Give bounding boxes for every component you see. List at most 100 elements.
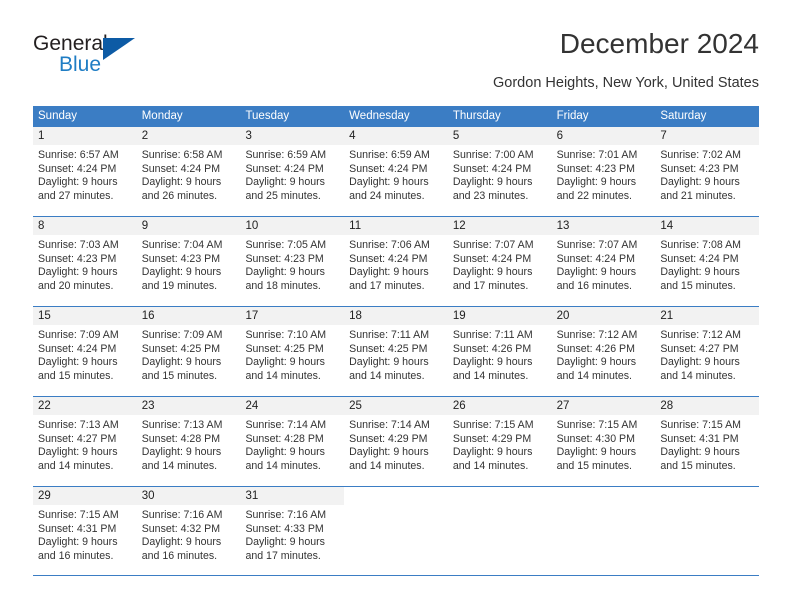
sunrise-text: Sunrise: 7:10 AM bbox=[245, 329, 327, 341]
day-details: Sunrise: 7:14 AM Sunset: 4:28 PM Dayligh… bbox=[240, 415, 344, 473]
day-cell[interactable]: 8 Sunrise: 7:03 AM Sunset: 4:23 PM Dayli… bbox=[33, 217, 137, 306]
sunrise-text: Sunrise: 7:11 AM bbox=[349, 329, 430, 341]
day-cell[interactable]: 6 Sunrise: 7:01 AM Sunset: 4:23 PM Dayli… bbox=[551, 127, 656, 216]
sunset-text: Sunset: 4:23 PM bbox=[660, 162, 739, 175]
daylight-text-line1: Daylight: 9 hours bbox=[349, 356, 429, 369]
day-details: Sunrise: 6:59 AM Sunset: 4:24 PM Dayligh… bbox=[344, 145, 448, 203]
day-cell[interactable]: 21 Sunrise: 7:12 AM Sunset: 4:27 PM Dayl… bbox=[655, 307, 760, 396]
day-cell[interactable]: 23 Sunrise: 7:13 AM Sunset: 4:28 PM Dayl… bbox=[136, 397, 241, 486]
day-cell[interactable]: 20 Sunrise: 7:12 AM Sunset: 4:26 PM Dayl… bbox=[551, 307, 656, 396]
daylight-text-line1: Daylight: 9 hours bbox=[660, 446, 740, 459]
weekday-header-monday: Monday bbox=[141, 110, 183, 122]
page-header: General Blue December 2024 Gordon Height… bbox=[33, 28, 759, 98]
sunrise-text: Sunrise: 7:13 AM bbox=[141, 419, 223, 431]
day-cell[interactable]: 2 Sunrise: 6:58 AM Sunset: 4:24 PM Dayli… bbox=[136, 127, 241, 216]
day-cell[interactable]: 7 Sunrise: 7:02 AM Sunset: 4:23 PM Dayli… bbox=[655, 127, 760, 216]
weekday-header-row: Sunday Monday Tuesday Wednesday Thursday… bbox=[33, 106, 759, 126]
sunrise-text: Sunrise: 7:15 AM bbox=[660, 419, 741, 431]
page-title: December 2024 bbox=[559, 28, 759, 59]
day-number: 17 bbox=[240, 307, 345, 325]
day-cell[interactable]: 1 Sunrise: 6:57 AM Sunset: 4:24 PM Dayli… bbox=[33, 127, 137, 216]
daylight-text-line2: and 16 minutes. bbox=[556, 279, 632, 292]
day-cell[interactable]: 18 Sunrise: 7:11 AM Sunset: 4:25 PM Dayl… bbox=[344, 307, 448, 396]
day-details: Sunrise: 6:59 AM Sunset: 4:24 PM Dayligh… bbox=[240, 145, 344, 203]
daylight-text-line2: and 20 minutes. bbox=[38, 279, 114, 292]
day-cell[interactable]: 13 Sunrise: 7:07 AM Sunset: 4:24 PM Dayl… bbox=[551, 217, 656, 306]
day-cell[interactable]: 9 Sunrise: 7:04 AM Sunset: 4:23 PM Dayli… bbox=[136, 217, 241, 306]
daylight-text-line2: and 23 minutes. bbox=[452, 189, 529, 202]
day-number: 31 bbox=[240, 487, 345, 505]
sunrise-text: Sunrise: 6:59 AM bbox=[349, 149, 430, 161]
day-cell[interactable]: 24 Sunrise: 7:14 AM Sunset: 4:28 PM Dayl… bbox=[240, 397, 345, 486]
sunset-text: Sunset: 4:28 PM bbox=[245, 432, 324, 445]
day-cell[interactable]: 27 Sunrise: 7:15 AM Sunset: 4:30 PM Dayl… bbox=[551, 397, 656, 486]
day-cell[interactable]: 11 Sunrise: 7:06 AM Sunset: 4:24 PM Dayl… bbox=[344, 217, 448, 306]
daylight-text-line1: Daylight: 9 hours bbox=[38, 446, 118, 459]
sunset-text: Sunset: 4:24 PM bbox=[349, 252, 428, 265]
daylight-text-line2: and 14 minutes. bbox=[245, 369, 321, 382]
daylight-text-line2: and 19 minutes. bbox=[141, 279, 218, 292]
day-cell[interactable]: 19 Sunrise: 7:11 AM Sunset: 4:26 PM Dayl… bbox=[447, 307, 552, 396]
day-details: Sunrise: 7:14 AM Sunset: 4:29 PM Dayligh… bbox=[344, 415, 448, 473]
day-cell[interactable]: 5 Sunrise: 7:00 AM Sunset: 4:24 PM Dayli… bbox=[447, 127, 552, 216]
day-number: 5 bbox=[447, 127, 552, 145]
sunrise-text: Sunrise: 7:15 AM bbox=[452, 419, 534, 431]
day-cell[interactable]: 22 Sunrise: 7:13 AM Sunset: 4:27 PM Dayl… bbox=[33, 397, 137, 486]
day-cell[interactable]: 3 Sunrise: 6:59 AM Sunset: 4:24 PM Dayli… bbox=[240, 127, 345, 216]
daylight-text-line2: and 26 minutes. bbox=[141, 189, 218, 202]
day-cell-empty bbox=[552, 487, 656, 575]
day-cell[interactable]: 26 Sunrise: 7:15 AM Sunset: 4:29 PM Dayl… bbox=[447, 397, 552, 486]
daylight-text-line1: Daylight: 9 hours bbox=[452, 356, 533, 369]
sunrise-text: Sunrise: 7:16 AM bbox=[141, 509, 223, 521]
sunrise-text: Sunrise: 7:09 AM bbox=[38, 329, 119, 341]
day-cell[interactable]: 28 Sunrise: 7:15 AM Sunset: 4:31 PM Dayl… bbox=[655, 397, 760, 486]
day-details: Sunrise: 7:07 AM Sunset: 4:24 PM Dayligh… bbox=[552, 235, 656, 293]
day-details: Sunrise: 7:15 AM Sunset: 4:31 PM Dayligh… bbox=[33, 505, 137, 563]
daylight-text-line1: Daylight: 9 hours bbox=[349, 446, 429, 459]
sunset-text: Sunset: 4:32 PM bbox=[141, 522, 221, 535]
day-cell[interactable]: 16 Sunrise: 7:09 AM Sunset: 4:25 PM Dayl… bbox=[136, 307, 241, 396]
sunrise-text: Sunrise: 7:02 AM bbox=[660, 149, 741, 161]
day-cell[interactable]: 29 Sunrise: 7:15 AM Sunset: 4:31 PM Dayl… bbox=[33, 487, 137, 575]
sunset-text: Sunset: 4:25 PM bbox=[349, 342, 428, 355]
daylight-text-line1: Daylight: 9 hours bbox=[349, 176, 429, 189]
day-number: 23 bbox=[136, 397, 241, 415]
sunrise-text: Sunrise: 7:13 AM bbox=[38, 419, 119, 431]
day-number: 30 bbox=[136, 487, 241, 505]
day-cell[interactable]: 10 Sunrise: 7:05 AM Sunset: 4:23 PM Dayl… bbox=[240, 217, 345, 306]
day-details: Sunrise: 7:11 AM Sunset: 4:26 PM Dayligh… bbox=[448, 325, 552, 383]
daylight-text-line1: Daylight: 9 hours bbox=[38, 266, 118, 279]
sunrise-text: Sunrise: 7:12 AM bbox=[556, 329, 638, 341]
day-cell[interactable]: 4 Sunrise: 6:59 AM Sunset: 4:24 PM Dayli… bbox=[344, 127, 448, 216]
daylight-text-line2: and 14 minutes. bbox=[349, 369, 425, 382]
sunset-text: Sunset: 4:26 PM bbox=[452, 342, 532, 355]
day-cell[interactable]: 30 Sunrise: 7:16 AM Sunset: 4:32 PM Dayl… bbox=[136, 487, 241, 575]
day-cell[interactable]: 17 Sunrise: 7:10 AM Sunset: 4:25 PM Dayl… bbox=[240, 307, 345, 396]
day-details: Sunrise: 7:08 AM Sunset: 4:24 PM Dayligh… bbox=[655, 235, 759, 293]
sunset-text: Sunset: 4:24 PM bbox=[141, 162, 221, 175]
weekday-header-saturday: Saturday bbox=[660, 110, 707, 122]
sunset-text: Sunset: 4:27 PM bbox=[660, 342, 739, 355]
day-number bbox=[344, 487, 448, 505]
general-blue-logo: General Blue bbox=[33, 32, 213, 88]
sunset-text: Sunset: 4:31 PM bbox=[38, 522, 117, 535]
daylight-text-line1: Daylight: 9 hours bbox=[556, 446, 637, 459]
daylight-text-line1: Daylight: 9 hours bbox=[141, 266, 222, 279]
day-cell[interactable]: 25 Sunrise: 7:14 AM Sunset: 4:29 PM Dayl… bbox=[344, 397, 448, 486]
day-number: 6 bbox=[551, 127, 656, 145]
sunset-text: Sunset: 4:24 PM bbox=[38, 162, 117, 175]
sunrise-text: Sunrise: 7:07 AM bbox=[452, 239, 534, 251]
day-details: Sunrise: 7:12 AM Sunset: 4:26 PM Dayligh… bbox=[552, 325, 656, 383]
daylight-text-line1: Daylight: 9 hours bbox=[452, 176, 533, 189]
day-cell[interactable]: 31 Sunrise: 7:16 AM Sunset: 4:33 PM Dayl… bbox=[240, 487, 345, 575]
day-cell[interactable]: 15 Sunrise: 7:09 AM Sunset: 4:24 PM Dayl… bbox=[33, 307, 137, 396]
day-number: 11 bbox=[344, 217, 448, 235]
day-cell[interactable]: 12 Sunrise: 7:07 AM Sunset: 4:24 PM Dayl… bbox=[447, 217, 552, 306]
day-details: Sunrise: 6:57 AM Sunset: 4:24 PM Dayligh… bbox=[33, 145, 137, 203]
day-details: Sunrise: 7:15 AM Sunset: 4:30 PM Dayligh… bbox=[552, 415, 656, 473]
sunset-text: Sunset: 4:23 PM bbox=[556, 162, 635, 175]
sunset-text: Sunset: 4:24 PM bbox=[38, 342, 117, 355]
sunrise-text: Sunrise: 7:16 AM bbox=[245, 509, 327, 521]
day-cell[interactable]: 14 Sunrise: 7:08 AM Sunset: 4:24 PM Dayl… bbox=[655, 217, 760, 306]
daylight-text-line1: Daylight: 9 hours bbox=[245, 176, 325, 189]
